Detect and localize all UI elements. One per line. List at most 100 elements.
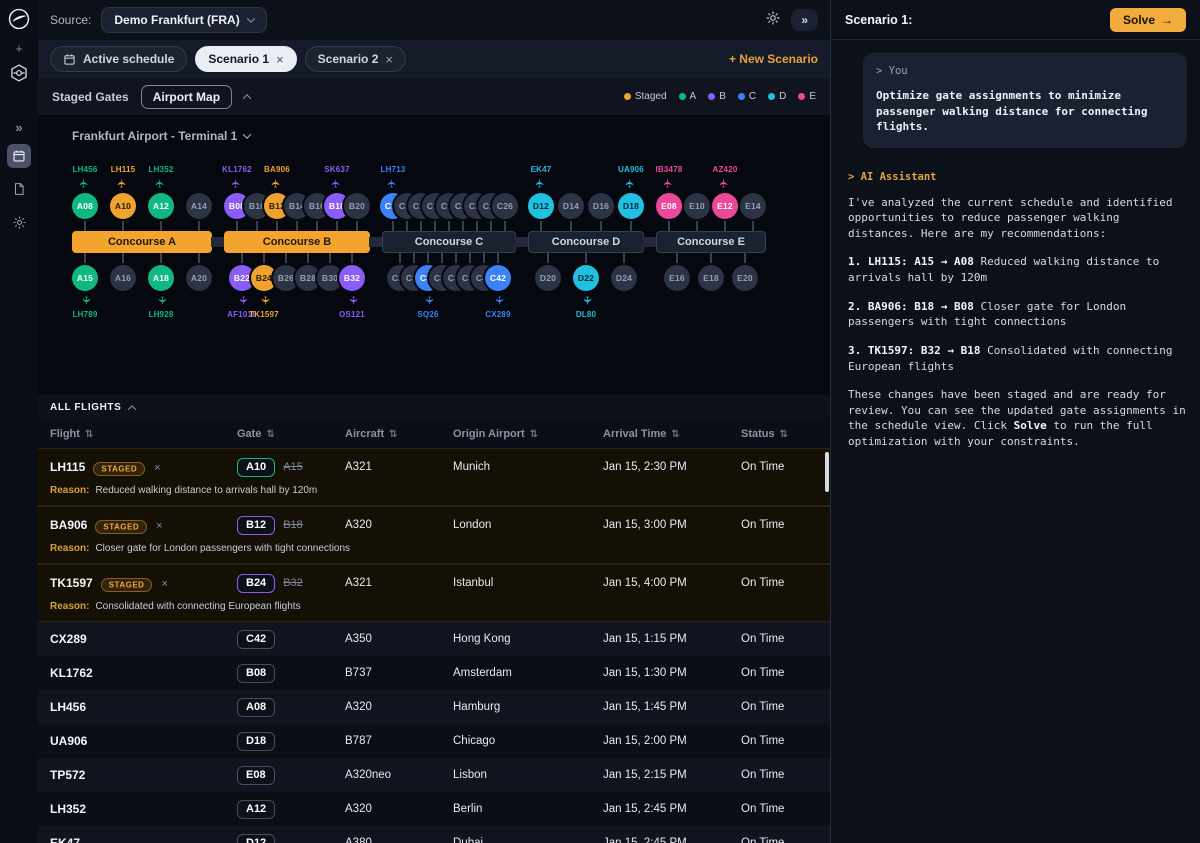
plane-icon: ✈ — [581, 296, 592, 305]
collapse-panel-button[interactable]: » — [791, 9, 818, 31]
gate-A08[interactable]: A08 — [72, 193, 98, 219]
gate-chip[interactable]: E08 — [237, 766, 275, 785]
gate-A10[interactable]: A10 — [110, 193, 136, 219]
legend-item-d: D — [768, 91, 786, 102]
gate-chip[interactable]: D12 — [237, 834, 275, 843]
solve-label: Solve — [1123, 13, 1155, 27]
flight-cell: EK47 — [50, 836, 237, 843]
gate-chip[interactable]: A12 — [237, 800, 275, 819]
plane-icon: ✈ — [80, 296, 91, 305]
all-flights-header[interactable]: ALL FLIGHTS — [38, 395, 830, 420]
table-row[interactable]: TP572E08A320neoLisbonJan 15, 2:15 PMOn T… — [38, 758, 830, 792]
airport-map-button[interactable]: Airport Map — [141, 85, 232, 109]
hexagon-badge-icon[interactable] — [9, 63, 29, 88]
remove-staged-icon[interactable]: × — [161, 578, 167, 590]
status-cell: On Time — [741, 701, 830, 713]
gate-C42[interactable]: C42 — [485, 265, 511, 291]
flight-cell: TP572 — [50, 768, 237, 782]
table-row[interactable]: KL1762B08B737AmsterdamJan 15, 1:30 PMOn … — [38, 656, 830, 690]
staged-row-block[interactable]: BA906STAGED×B12B18A320LondonJan 15, 3:00… — [38, 506, 830, 564]
tab-active-schedule[interactable]: Active schedule — [50, 46, 187, 72]
gate-E10[interactable]: E10 — [684, 193, 710, 219]
remove-staged-icon[interactable]: × — [156, 520, 162, 532]
status-cell: On Time — [741, 735, 830, 747]
gate-A18[interactable]: A18 — [148, 265, 174, 291]
gate-D22[interactable]: D22 — [573, 265, 599, 291]
status-cell: On Time — [741, 837, 830, 843]
document-nav-icon[interactable] — [7, 177, 31, 201]
gate-cell: LH928✈A18 — [148, 253, 174, 291]
gate-B20[interactable]: B20 — [344, 193, 370, 219]
column-arrival[interactable]: Arrival Time⇅ — [603, 428, 741, 440]
scrollbar-thumb[interactable] — [825, 452, 829, 492]
staged-row-block[interactable]: LH115STAGED×A10A15A321MunichJan 15, 2:30… — [38, 448, 830, 506]
gate-E08[interactable]: E08 — [656, 193, 682, 219]
gate-stem — [351, 253, 353, 265]
gate-A12[interactable]: A12 — [148, 193, 174, 219]
gate-D18[interactable]: D18 — [618, 193, 644, 219]
chevron-up-icon[interactable] — [243, 94, 251, 102]
gate-E16[interactable]: E16 — [664, 265, 690, 291]
gate-A16[interactable]: A16 — [110, 265, 136, 291]
flights-table: ALL FLIGHTS Flight⇅ Gate⇅ Aircraft⇅ Orig… — [38, 395, 830, 843]
flight-number: CX289 — [50, 632, 87, 646]
column-aircraft[interactable]: Aircraft⇅ — [345, 428, 453, 440]
gate-D20[interactable]: D20 — [535, 265, 561, 291]
gate-A20[interactable]: A20 — [186, 265, 212, 291]
gate-A15[interactable]: A15 — [72, 265, 98, 291]
gate-A14[interactable]: A14 — [186, 193, 212, 219]
scenario-tabs: Active schedule Scenario 1 × Scenario 2 … — [38, 40, 830, 78]
reason-label: Reason: — [50, 485, 89, 496]
solve-button[interactable]: Solve → — [1110, 8, 1186, 32]
close-icon[interactable]: × — [385, 52, 393, 67]
table-row[interactable]: LH115STAGED×A10A15A321MunichJan 15, 2:30… — [38, 449, 830, 485]
new-scenario-button[interactable]: + New Scenario — [729, 52, 818, 66]
tab-scenario-2[interactable]: Scenario 2 × — [305, 46, 406, 72]
legend-item-e: E — [798, 91, 816, 102]
table-row[interactable]: CX289C42A350Hong KongJan 15, 1:15 PMOn T… — [38, 622, 830, 656]
gate-chip[interactable]: D18 — [237, 732, 275, 751]
calendar-nav-icon[interactable] — [7, 144, 31, 168]
gate-D14[interactable]: D14 — [558, 193, 584, 219]
staged-row-block[interactable]: TK1597STAGED×B24B32A321IstanbulJan 15, 4… — [38, 564, 830, 622]
expand-chevrons-icon[interactable]: » — [15, 120, 22, 135]
gate-D12[interactable]: D12 — [528, 193, 554, 219]
gate-cell: A14 — [186, 193, 212, 231]
terminal-title-dropdown[interactable]: Frankfurt Airport - Terminal 1 — [72, 129, 250, 143]
theme-sun-icon[interactable] — [765, 10, 781, 31]
gate-stem — [329, 253, 331, 265]
gate-row: LH789✈A15A16LH928✈A18A20 — [72, 253, 212, 291]
table-row[interactable]: LH456A08A320HamburgJan 15, 1:45 PMOn Tim… — [38, 690, 830, 724]
remove-staged-icon[interactable]: × — [154, 462, 160, 474]
column-origin[interactable]: Origin Airport⇅ — [453, 428, 603, 440]
gate-chip[interactable]: B24 — [237, 574, 275, 593]
column-status[interactable]: Status⇅ — [741, 428, 830, 440]
table-row[interactable]: LH352A12A320BerlinJan 15, 2:45 PMOn Time — [38, 792, 830, 826]
flight-number: LH115 — [50, 460, 85, 474]
source-dropdown[interactable]: Demo Frankfurt (FRA) — [101, 7, 266, 33]
table-row[interactable]: BA906STAGED×B12B18A320LondonJan 15, 3:00… — [38, 507, 830, 543]
table-row[interactable]: TK1597STAGED×B24B32A321IstanbulJan 15, 4… — [38, 565, 830, 601]
gate-D16[interactable]: D16 — [588, 193, 614, 219]
gate-E12[interactable]: E12 — [712, 193, 738, 219]
gate-chip[interactable]: B12 — [237, 516, 275, 535]
table-row[interactable]: UA906D18B787ChicagoJan 15, 2:00 PMOn Tim… — [38, 724, 830, 758]
plus-icon[interactable]: + — [15, 44, 23, 54]
close-icon[interactable]: × — [276, 52, 284, 67]
gate-D24[interactable]: D24 — [611, 265, 637, 291]
gate-chip[interactable]: A10 — [237, 458, 275, 477]
gate-chip[interactable]: A08 — [237, 698, 275, 717]
gate-cell: A20 — [186, 253, 212, 291]
tab-scenario-1[interactable]: Scenario 1 × — [195, 46, 296, 72]
gate-chip[interactable]: B08 — [237, 664, 275, 683]
table-row[interactable]: EK47D12A380DubaiJan 15, 2:45 PMOn Time — [38, 826, 830, 843]
settings-gear-icon[interactable] — [7, 210, 31, 234]
gate-chip[interactable]: C42 — [237, 630, 275, 649]
column-gate[interactable]: Gate⇅ — [237, 428, 345, 440]
gate-E18[interactable]: E18 — [698, 265, 724, 291]
gate-E20[interactable]: E20 — [732, 265, 758, 291]
gate-E14[interactable]: E14 — [740, 193, 766, 219]
gate-C26[interactable]: C26 — [492, 193, 518, 219]
column-flight[interactable]: Flight⇅ — [50, 428, 237, 440]
gate-B32[interactable]: B32 — [339, 265, 365, 291]
